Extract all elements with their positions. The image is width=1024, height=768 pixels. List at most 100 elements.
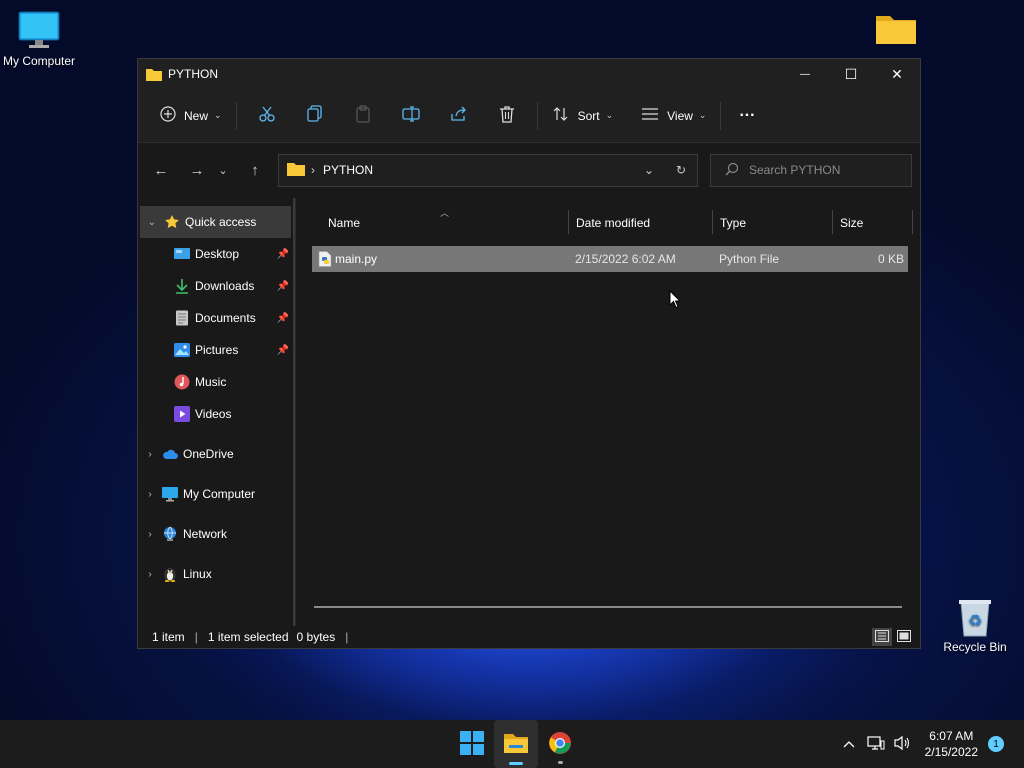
- thumbnail-view-icon: [897, 629, 911, 645]
- sidebar-item-onedrive[interactable]: › OneDrive: [138, 438, 295, 470]
- chevron-right-icon[interactable]: ›: [138, 569, 162, 580]
- back-button[interactable]: ←: [146, 155, 176, 185]
- selected-count: 1 item selected: [207, 630, 289, 644]
- up-button[interactable]: ↑: [240, 155, 270, 185]
- column-divider[interactable]: [912, 210, 913, 234]
- sidebar-item-desktop[interactable]: Desktop 📌: [138, 238, 295, 270]
- column-header-label: Date modified: [576, 216, 651, 230]
- taskbar-app-file-explorer[interactable]: [494, 720, 538, 768]
- breadcrumb-chevron-icon: ›: [311, 163, 315, 177]
- maximize-button[interactable]: ☐: [828, 59, 874, 89]
- delete-button[interactable]: [483, 100, 531, 132]
- column-divider[interactable]: [568, 210, 569, 234]
- chevron-right-icon[interactable]: ›: [138, 449, 162, 460]
- file-row[interactable]: main.py 2/15/2022 6:02 AM Python File 0 …: [312, 246, 908, 272]
- notification-center-button[interactable]: 1: [988, 720, 1024, 768]
- chevron-right-icon[interactable]: ›: [138, 529, 162, 540]
- svg-text:♻: ♻: [968, 611, 982, 630]
- pin-icon[interactable]: 📌: [277, 313, 289, 324]
- recent-locations-button[interactable]: ⌄: [212, 155, 234, 185]
- arrow-left-icon: ←: [153, 161, 169, 179]
- pin-icon[interactable]: 📌: [277, 345, 289, 356]
- sidebar-item-my-computer[interactable]: › My Computer: [138, 478, 295, 510]
- rename-button[interactable]: [387, 100, 435, 132]
- start-button[interactable]: [450, 720, 494, 768]
- close-button[interactable]: ✕: [874, 59, 920, 89]
- item-count: 1 item: [152, 630, 185, 644]
- new-label: New: [184, 108, 209, 123]
- column-headers: ︿ Name Date modified Type Size: [296, 208, 920, 238]
- share-button[interactable]: [435, 100, 483, 132]
- pictures-icon: [174, 342, 190, 358]
- monitor-icon: [162, 486, 178, 502]
- more-options-button[interactable]: ···: [731, 100, 763, 132]
- sidebar-item-label: Documents: [195, 311, 256, 325]
- desktop-icon-recycle-bin[interactable]: ♻ Recycle Bin: [933, 596, 1017, 654]
- desktop-icon-folder[interactable]: [854, 10, 938, 54]
- maximize-icon: ☐: [844, 65, 858, 82]
- volume-button[interactable]: [889, 720, 915, 768]
- chevron-down-icon: ⌄: [605, 110, 614, 120]
- sidebar-item-network[interactable]: › Network: [138, 518, 295, 550]
- sidebar-item-pictures[interactable]: Pictures 📌: [138, 334, 295, 366]
- file-size: 0 KB: [877, 252, 904, 266]
- search-input[interactable]: Search PYTHON: [710, 153, 912, 187]
- folder-icon: [874, 10, 918, 50]
- sidebar-item-documents[interactable]: Documents 📌: [138, 302, 295, 334]
- chevron-down-icon: ⌄: [698, 110, 707, 120]
- network-status-button[interactable]: [863, 720, 889, 768]
- download-icon: [174, 278, 190, 294]
- sidebar-item-videos[interactable]: Videos: [138, 398, 295, 430]
- status-separator: |: [345, 630, 349, 644]
- file-name: main.py: [335, 252, 378, 266]
- chevron-down-icon[interactable]: ⌄: [140, 217, 164, 228]
- column-header-name[interactable]: Name: [322, 208, 568, 238]
- new-button[interactable]: New ⌄: [152, 100, 230, 132]
- column-header-date[interactable]: Date modified: [570, 208, 710, 238]
- sidebar-item-label: Downloads: [195, 279, 255, 293]
- file-explorer-window: PYTHON — ☐ ✕ New ⌄ Sort ⌄ View ⌄ ··· ← →…: [137, 58, 921, 649]
- sort-button[interactable]: Sort ⌄: [544, 100, 622, 132]
- forward-button[interactable]: →: [182, 155, 212, 185]
- view-button[interactable]: View ⌄: [633, 100, 714, 132]
- details-view-button[interactable]: [872, 628, 892, 646]
- file-list-pane[interactable]: ︿ Name Date modified Type Size main.py 2…: [296, 198, 920, 626]
- breadcrumb-segment[interactable]: PYTHON: [323, 163, 373, 177]
- thumbnail-view-button[interactable]: [894, 628, 914, 646]
- chevron-down-icon: ⌄: [643, 163, 655, 177]
- network-monitor-icon: [867, 735, 885, 754]
- navigation-pane: ⌄ Quick access Desktop 📌 Downloads 📌 Doc…: [138, 198, 296, 626]
- column-divider[interactable]: [712, 210, 713, 234]
- refresh-button[interactable]: ↻: [665, 163, 697, 177]
- video-icon: [174, 406, 190, 422]
- column-header-size[interactable]: Size: [834, 208, 910, 238]
- show-hidden-icons-button[interactable]: [835, 720, 863, 768]
- pin-icon[interactable]: 📌: [277, 281, 289, 292]
- column-header-type[interactable]: Type: [714, 208, 830, 238]
- refresh-icon: ↻: [675, 163, 687, 177]
- column-divider[interactable]: [832, 210, 833, 234]
- address-bar[interactable]: › PYTHON ⌄ ↻: [278, 153, 698, 187]
- pin-icon[interactable]: 📌: [277, 249, 289, 260]
- paste-button[interactable]: [339, 100, 387, 132]
- desktop-icon-my-computer[interactable]: My Computer: [0, 10, 81, 68]
- taskbar-app-chrome[interactable]: [538, 720, 582, 768]
- copy-button[interactable]: [291, 100, 339, 132]
- address-dropdown-button[interactable]: ⌄: [633, 163, 665, 177]
- music-icon: [174, 374, 190, 390]
- sidebar-scrollbar[interactable]: [293, 198, 295, 626]
- command-bar: New ⌄ Sort ⌄ View ⌄ ···: [138, 89, 920, 143]
- clock[interactable]: 6:07 AM 2/15/2022: [915, 720, 988, 768]
- horizontal-scrollbar[interactable]: [314, 606, 902, 608]
- search-placeholder: Search PYTHON: [749, 163, 841, 177]
- sidebar-item-downloads[interactable]: Downloads 📌: [138, 270, 295, 302]
- minimize-button[interactable]: —: [782, 59, 828, 89]
- sidebar-item-quick-access[interactable]: ⌄ Quick access: [140, 206, 291, 238]
- sidebar-item-music[interactable]: Music: [138, 366, 295, 398]
- chevron-right-icon[interactable]: ›: [138, 489, 162, 500]
- sidebar-item-linux[interactable]: › Linux: [138, 558, 295, 590]
- cut-button[interactable]: [243, 100, 291, 132]
- file-type: Python File: [719, 252, 780, 266]
- title-bar[interactable]: PYTHON — ☐ ✕: [138, 59, 920, 89]
- active-app-indicator: [509, 762, 523, 765]
